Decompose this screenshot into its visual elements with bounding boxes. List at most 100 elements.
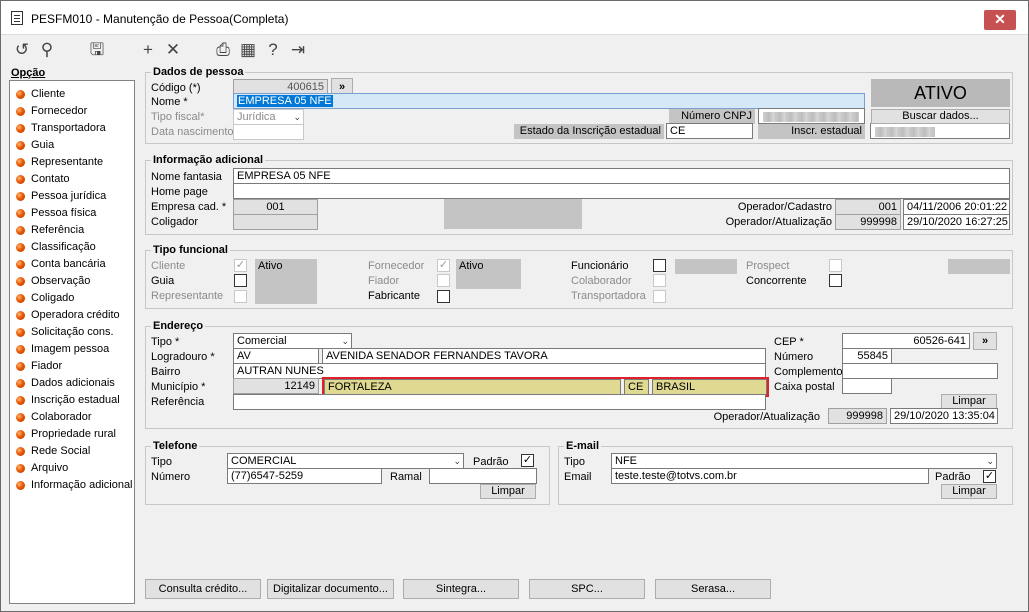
empresa-cad-label: Empresa cad. * [151,201,227,213]
endereco-operador-label: Operador/Atualização [713,411,820,423]
sidebar-item-label: Classificação [31,241,96,253]
data-cadastro-field: 04/11/2006 20:01:22 [903,199,1010,215]
group-title: Dados de pessoa [151,65,246,79]
bullet-icon [16,243,25,252]
estado-ie-label: Estado da Inscrição estadual [514,124,664,139]
consulta-credito-button[interactable]: Consulta crédito... [145,579,261,599]
sidebar-item-label: Pessoa física [31,207,97,219]
caixa-postal-field[interactable] [842,378,892,394]
bullet-icon [16,277,25,286]
logradouro-label: Logradouro * [151,351,215,363]
data-nascimento-label: Data nascimento [151,126,234,138]
telefone-limpar-button[interactable]: Limpar [480,484,536,499]
undo-icon[interactable]: ↺ [12,41,32,58]
email-limpar-button[interactable]: Limpar [941,484,997,499]
funcionario-checkbox[interactable] [653,259,666,272]
endereco-limpar-button[interactable]: Limpar [941,394,997,409]
spc-button[interactable]: SPC... [529,579,645,599]
exit-icon[interactable]: ⇥ [288,41,308,58]
cnpj-label: Número CNPJ [669,109,755,124]
chevron-down-icon: ⌄ [293,112,301,122]
tipo-fiscal-select[interactable]: Jurídica ⌄ [233,109,304,125]
serasa-button[interactable]: Serasa... [655,579,771,599]
email-field[interactable]: teste.teste@totvs.com.br [611,468,929,484]
endereco-operador-field: 999998 [828,408,887,424]
sidebar-item-label: Inscrição estadual [31,394,120,406]
help-icon[interactable]: ? [263,41,283,58]
sidebar-item-label: Pessoa jurídica [31,190,107,202]
save-icon[interactable]: 🖫 [87,41,107,58]
telefone-tipo-select[interactable]: COMERCIAL ⌄ [227,453,464,469]
delete-icon[interactable]: ✕ [163,41,183,58]
transportadora-checkbox[interactable] [653,290,666,303]
cep-lookup-button[interactable]: » [973,332,997,350]
group-title: Informação adicional [151,153,266,167]
cliente-checkbox[interactable]: ✓ [234,259,247,272]
fiador-checkbox[interactable] [437,274,450,287]
telefone-padrao-checkbox[interactable]: ✓ [521,454,534,467]
empresa-cad-field[interactable]: 001 [233,199,318,215]
sidebar-item-label: Representante [31,156,104,168]
representante-checkbox[interactable] [234,290,247,303]
bullet-icon [16,226,25,235]
search-icon[interactable]: ⚲ [37,41,57,58]
estado-ie-field[interactable]: CE [666,123,753,139]
nome-fantasia-field[interactable]: EMPRESA 05 NFE [233,168,1010,184]
prospect-checkbox[interactable] [829,259,842,272]
bullet-icon [16,481,25,490]
data-nascimento-field[interactable] [233,124,304,140]
referencia-field[interactable] [233,394,766,410]
logradouro-tipo-field[interactable]: AV [233,348,319,364]
nome-fantasia-label: Nome fantasia [151,171,222,183]
fabricante-label: Fabricante [368,290,420,302]
telefone-numero-field[interactable]: (77)6547-5259 [227,468,382,484]
cep-field[interactable]: 60526-641 [842,333,970,349]
sidebar-item-label: Coligado [31,292,75,304]
logradouro-field[interactable]: AVENIDA SENADOR FERNANDES TAVORA [322,348,766,364]
fabricante-checkbox[interactable] [437,290,450,303]
concorrente-checkbox[interactable] [829,274,842,287]
chevron-down-icon: ⌄ [341,336,349,346]
sidebar-item-label: Operadora crédito [31,309,120,321]
prospect-label: Prospect [746,260,790,272]
numero-field[interactable]: 55845 [842,348,892,364]
complemento-field[interactable] [842,363,998,379]
email-padrao-checkbox[interactable]: ✓ [983,470,996,483]
group-title: Endereço [151,319,206,333]
email-label: Email [564,471,592,483]
cnpj-field[interactable] [758,108,865,124]
print-icon[interactable]: ⎙ [213,41,233,58]
sidebar-item-label: Cliente [31,88,66,100]
operador-cadastro-label: Operador/Cadastro [737,201,832,213]
referencia-label: Referência [151,396,205,408]
sidebar-item-label: Imagem pessoa [31,343,110,355]
colaborador-checkbox[interactable] [653,274,666,287]
email-tipo-select[interactable]: NFE ⌄ [611,453,997,469]
home-page-field[interactable] [233,183,1010,199]
bullet-icon [16,447,25,456]
close-icon[interactable]: ✕ [984,10,1016,30]
info-gray-box [444,199,582,229]
digitalizar-documento-button[interactable]: Digitalizar documento... [267,579,394,599]
funcionario-status [675,259,737,274]
guia-checkbox[interactable] [234,274,247,287]
coligador-field[interactable] [233,214,318,230]
municipio-codigo-field[interactable]: 12149 [233,378,319,394]
cep-label: CEP * [774,336,804,348]
calendar-icon[interactable]: ▦ [238,41,258,58]
ramal-field[interactable] [429,468,537,484]
tipo-fiscal-label: Tipo fiscal* [151,111,205,123]
sintegra-button[interactable]: Sintegra... [403,579,519,599]
bullet-icon [16,107,25,116]
sidebar-item-label: Solicitação cons. [31,326,114,338]
inscr-estadual-field[interactable] [870,123,1010,139]
tipo-endereco-select[interactable]: Comercial ⌄ [233,333,352,349]
bullet-icon [16,192,25,201]
fornecedor-ativo-status: Ativo [456,259,521,289]
buscar-dados-button[interactable]: Buscar dados... [871,109,1010,124]
bullet-icon [16,464,25,473]
add-icon[interactable]: + [138,41,158,58]
fornecedor-checkbox[interactable]: ✓ [437,259,450,272]
nome-field[interactable]: EMPRESA 05 NFE [233,93,865,109]
chevron-down-icon: ⌄ [453,456,461,466]
